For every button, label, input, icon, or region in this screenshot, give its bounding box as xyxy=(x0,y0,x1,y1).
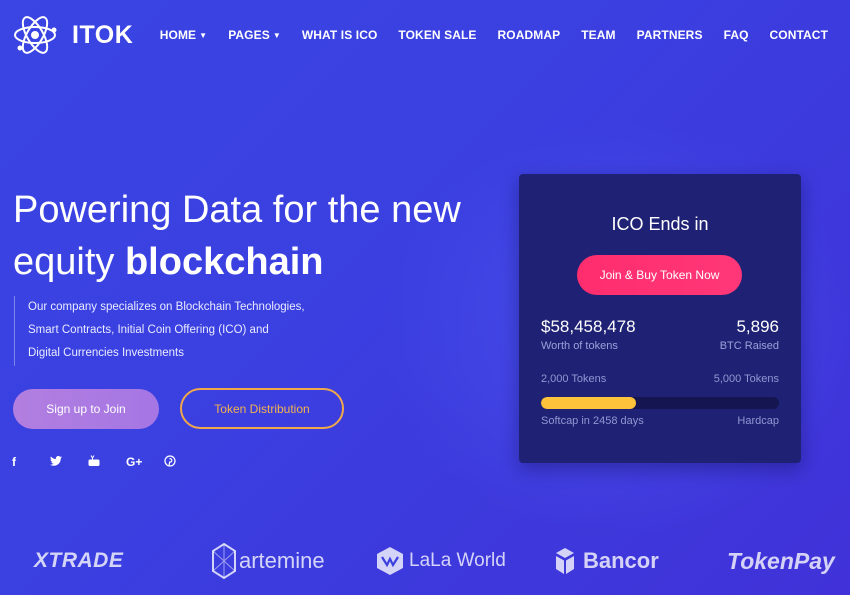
description-line: Our company specializes on Blockchain Te… xyxy=(28,301,305,313)
caret-down-icon: ▼ xyxy=(199,31,208,40)
partner-tokenpay[interactable]: TokenPay xyxy=(727,538,835,584)
nav-item-home[interactable]: HOME ▼ xyxy=(160,28,207,42)
brand-name: ITOK xyxy=(72,20,134,49)
partner-artemine[interactable]: artemine xyxy=(211,538,325,584)
token-progress-bar xyxy=(541,397,779,409)
nav-label: PAGES xyxy=(228,28,270,42)
partner-bancor[interactable]: Bancor xyxy=(555,538,659,584)
buy-token-button[interactable]: Join & Buy Token Now xyxy=(577,255,742,295)
signup-button[interactable]: Sign up to Join xyxy=(13,389,159,429)
header: ITOK HOME ▼ PAGES ▼ WHAT IS ICO TOKEN SALE… xyxy=(0,0,850,72)
tokens-min-label: 2,000 Tokens xyxy=(541,373,607,385)
nav-label: HOME xyxy=(159,28,197,42)
hero-title: Powering Data for the new equity blockch… xyxy=(13,184,503,288)
hexagon-logo-icon xyxy=(212,542,236,580)
token-distribution-button[interactable]: Token Distribution xyxy=(180,388,344,429)
btc-value: 5,896 xyxy=(736,317,779,336)
caret-down-icon: ▼ xyxy=(272,31,281,40)
partner-name: LaLa World xyxy=(409,550,506,571)
hero-title-line1: Powering Data for the new xyxy=(13,189,461,231)
tokens-max-label: 5,000 Tokens xyxy=(713,373,779,385)
description-line: Digital Currencies Investments xyxy=(28,347,184,359)
atom-logo-icon xyxy=(14,16,57,54)
worth-value: $58,458,478 xyxy=(541,317,636,336)
nav-item-roadmap[interactable]: ROADMAP xyxy=(498,28,561,42)
partner-name: artemine xyxy=(239,548,325,573)
nav-item-contact[interactable]: CONTACT xyxy=(770,28,828,42)
ico-card: ICO Ends in Join & Buy Token Now $58,458… xyxy=(519,174,801,463)
nav-item-what-is-ico[interactable]: WHAT IS ICO xyxy=(302,28,378,42)
description-line: Smart Contracts, Initial Coin Offering (… xyxy=(28,324,269,336)
nav-item-team[interactable]: TEAM xyxy=(581,28,615,42)
hero-title-line2: equity xyxy=(13,241,125,283)
twitter-icon[interactable] xyxy=(50,455,88,470)
nav-item-partners[interactable]: PARTNERS xyxy=(637,28,703,42)
logo[interactable]: ITOK xyxy=(12,12,133,58)
partner-name: XTRADE xyxy=(34,549,124,572)
bancor-logo-icon xyxy=(556,548,574,574)
softcap-label: Softcap in 2458 days xyxy=(541,415,644,427)
nav-item-pages[interactable]: PAGES ▼ xyxy=(228,28,281,42)
partner-xtrade[interactable]: XTRADE xyxy=(34,538,123,584)
nav-item-faq[interactable]: FAQ xyxy=(724,28,749,42)
worth-label: Worth of tokens xyxy=(541,340,618,352)
pinterest-icon[interactable] xyxy=(164,455,202,470)
partner-name: Bancor xyxy=(583,548,659,573)
hero-title-emphasis: blockchain xyxy=(124,241,324,283)
social-links: f G+ xyxy=(12,455,202,470)
facebook-icon[interactable]: f xyxy=(12,455,50,470)
btc-label: BTC Raised xyxy=(719,340,779,352)
partner-lala-world[interactable]: LaLa World xyxy=(374,538,506,584)
nav-item-token-sale[interactable]: TOKEN SALE xyxy=(398,28,476,42)
youtube-icon[interactable] xyxy=(88,455,126,470)
main-nav: HOME ▼ PAGES ▼ WHAT IS ICO TOKEN SALE ROAD… xyxy=(139,28,828,42)
google-plus-icon[interactable]: G+ xyxy=(126,455,164,470)
lala-world-logo-icon xyxy=(377,547,403,575)
partner-logos: XTRADE artemine LaLa World Bancor TokenP… xyxy=(0,538,850,586)
partner-name: TokenPay xyxy=(727,547,835,574)
hero-description: Our company specializes on Blockchain Te… xyxy=(14,296,305,366)
hardcap-label: Hardcap xyxy=(737,415,779,427)
ico-title: ICO Ends in xyxy=(611,214,709,234)
token-progress-fill xyxy=(541,397,637,409)
